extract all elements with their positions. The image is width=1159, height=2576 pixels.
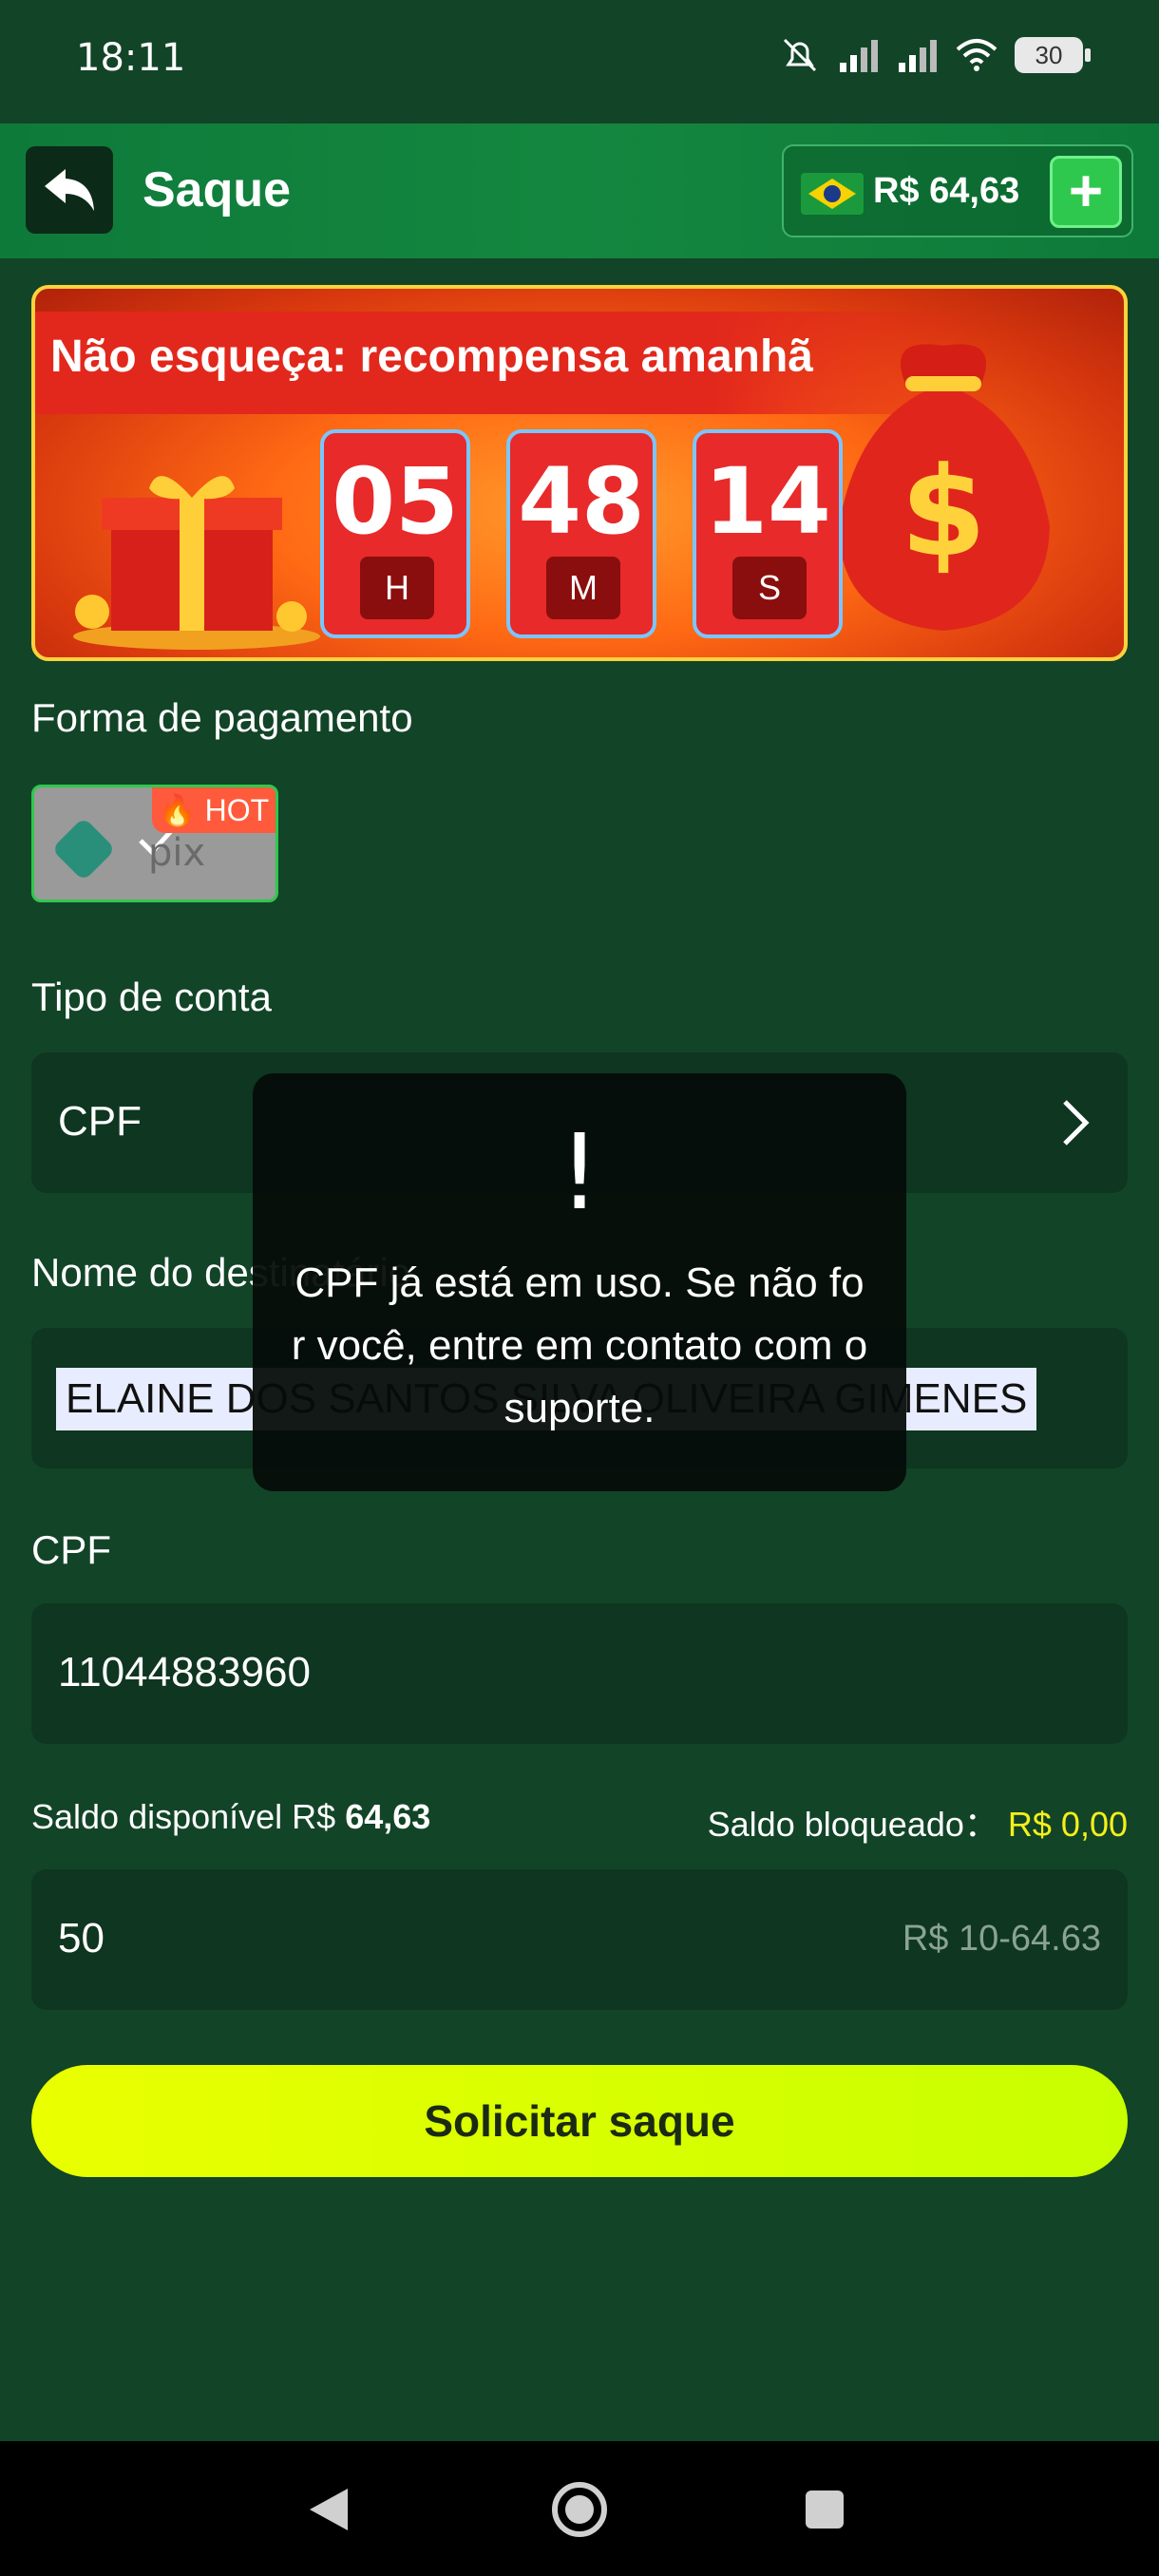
gift-box-icon — [73, 476, 320, 650]
request-withdrawal-button[interactable]: Solicitar saque — [31, 2065, 1128, 2177]
wifi-icon — [956, 39, 998, 71]
banner-text: Não esqueça: recompensa amanhã — [50, 331, 813, 382]
account-type-value: CPF — [58, 1098, 142, 1145]
status-bar: 18:11 30 — [0, 0, 1159, 122]
amount-value: 50 — [58, 1915, 104, 1961]
amount-range-hint: R$ 10-64.63 — [902, 1919, 1101, 1959]
nav-back-icon[interactable] — [296, 2475, 365, 2544]
account-type-label: Tipo de conta — [31, 975, 272, 1019]
signal-icon — [840, 40, 878, 72]
reward-banner[interactable]: Não esqueça: recompensa amanhã $ 05 H 48… — [31, 285, 1128, 661]
money-bag-icon: $ — [839, 344, 1050, 631]
toast-message: CPF já está em uso. Se não for você, ent… — [291, 1260, 868, 1431]
header-balance: R$ 64,63 — [873, 171, 1020, 211]
pix-payment-option[interactable]: pix 🔥 HOT — [31, 785, 278, 902]
svg-text:pix: pix — [148, 831, 205, 875]
mute-icon — [783, 38, 817, 72]
cpf-input[interactable]: 11044883960 — [31, 1603, 1128, 1744]
error-toast: ! CPF já está em uso. Se não for você, e… — [253, 1073, 906, 1491]
page-title: Saque — [142, 162, 292, 218]
system-nav-bar — [0, 2441, 1159, 2576]
exclamation-icon: ! — [558, 1111, 601, 1233]
signal-icon-2 — [899, 40, 937, 72]
nav-home-icon[interactable] — [545, 2475, 614, 2544]
chevron-right-icon — [1063, 1100, 1090, 1146]
back-button[interactable] — [26, 146, 113, 234]
timer-seconds: 14 S — [693, 429, 843, 638]
status-icons: 30 — [779, 36, 1091, 74]
header: Saque R$ 64,63 + — [0, 123, 1159, 258]
hot-badge: 🔥 HOT — [152, 787, 276, 833]
payment-method-label: Forma de pagamento — [31, 695, 413, 740]
timer-minutes: 48 M — [506, 429, 656, 638]
back-arrow-icon — [45, 169, 94, 211]
balance-box[interactable]: R$ 64,63 + — [782, 144, 1133, 237]
brazil-flag-icon — [801, 173, 864, 215]
svg-text:$: $ — [901, 440, 986, 584]
cpf-value: 11044883960 — [58, 1649, 311, 1695]
nav-recents-icon[interactable] — [790, 2475, 859, 2544]
available-balance: Saldo disponível R$ 64,63 — [31, 1797, 431, 1836]
amount-input[interactable]: 50 R$ 10-64.63 — [31, 1869, 1128, 2010]
add-funds-button[interactable]: + — [1050, 156, 1122, 228]
timer-hours: 05 H — [320, 429, 470, 638]
battery-icon: 30 — [1015, 37, 1091, 73]
balance-row: Saldo disponível R$ 64,63 Saldo bloquead… — [31, 1797, 1128, 1845]
status-time: 18:11 — [76, 36, 186, 80]
blocked-balance: Saldo bloqueado： R$ 0,00 — [707, 1805, 1128, 1844]
cpf-label: CPF — [31, 1527, 111, 1572]
